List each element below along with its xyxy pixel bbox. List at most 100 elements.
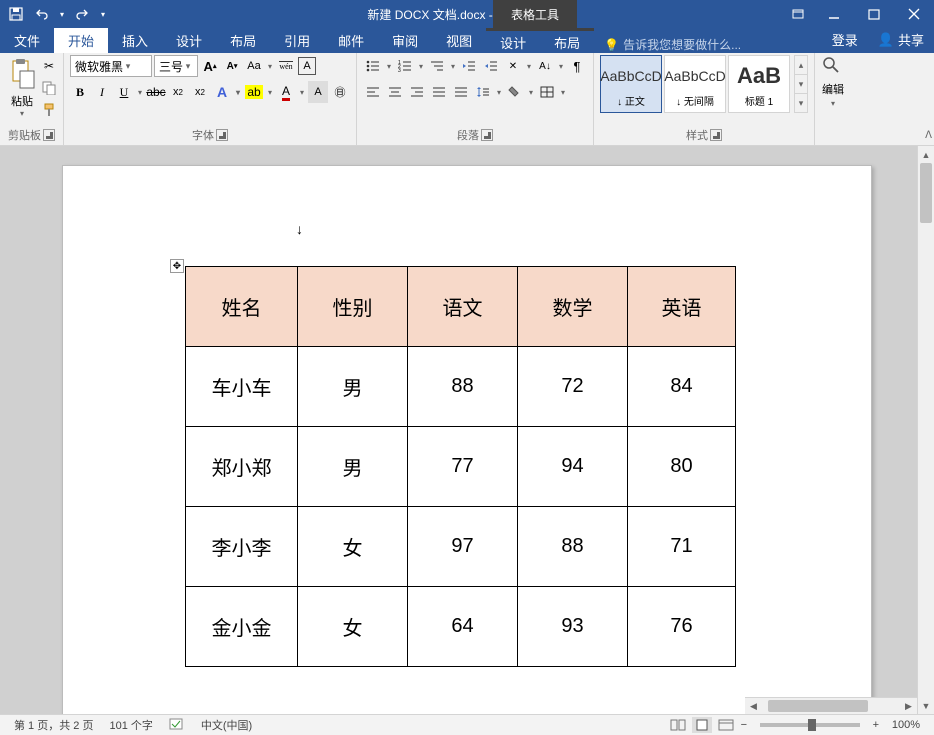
table-header-row[interactable]: 姓名 性别 语文 数学 英语 [186,267,736,347]
copy-button[interactable] [40,79,58,97]
editing-label[interactable]: 编辑 [822,81,844,97]
table-cell[interactable]: 71 [628,507,736,587]
superscript-button[interactable]: x2 [190,81,210,103]
tab-view[interactable]: 视图 [432,28,486,53]
shading-button[interactable] [505,81,535,103]
align-right-button[interactable] [407,81,427,103]
strikethrough-button[interactable]: abc [146,81,166,103]
table-header-cell[interactable]: 性别 [298,267,408,347]
language-status[interactable]: 中文(中国) [193,717,260,733]
font-size-combo[interactable]: 三号▾ [154,55,198,77]
vertical-scrollbar[interactable]: ▲ ▼ [917,146,934,714]
tell-me-box[interactable]: 💡 告诉我您想要做什么... [594,36,822,53]
scroll-thumb[interactable] [920,163,932,223]
page[interactable]: ↓ ✥ 姓名 性别 语文 数学 英语 车小车 男 88 72 84 郑小郑 男 … [62,165,872,714]
find-button[interactable] [821,55,845,79]
scroll-down-button[interactable]: ▼ [918,697,934,714]
tab-references[interactable]: 引用 [270,28,324,53]
subscript-button[interactable]: x2 [168,81,188,103]
print-layout-button[interactable] [692,717,712,733]
tab-table-design[interactable]: 设计 [486,28,540,53]
table-cell[interactable]: 车小车 [186,347,298,427]
document-area[interactable]: ↓ ✥ 姓名 性别 语文 数学 英语 车小车 男 88 72 84 郑小郑 男 … [0,146,934,714]
signin-button[interactable]: 登录 [822,26,868,53]
table-cell[interactable]: 94 [518,427,628,507]
bold-button[interactable]: B [70,81,90,103]
table-cell[interactable]: 64 [408,587,518,667]
horizontal-scrollbar[interactable]: ◀ ▶ [745,697,917,714]
phonetic-guide-button[interactable]: wén [276,55,296,77]
table-header-cell[interactable]: 英语 [628,267,736,347]
align-center-button[interactable] [385,81,405,103]
table-cell[interactable]: 88 [408,347,518,427]
undo-button[interactable] [30,2,54,26]
table-move-handle[interactable]: ✥ [170,259,184,273]
table-cell[interactable]: 84 [628,347,736,427]
table-cell[interactable]: 女 [298,587,408,667]
italic-button[interactable]: I [92,81,112,103]
clipboard-dialog-launcher[interactable] [43,129,55,141]
align-left-button[interactable] [363,81,383,103]
grow-font-button[interactable]: A▴ [200,55,220,77]
paste-dropdown[interactable]: ▾ [20,109,24,118]
font-color-button[interactable]: A [276,81,306,103]
maximize-button[interactable] [854,0,894,28]
table-row[interactable]: 车小车 男 88 72 84 [186,347,736,427]
decrease-indent-button[interactable] [459,55,479,77]
minimize-button[interactable] [814,0,854,28]
tab-layout[interactable]: 布局 [216,28,270,53]
numbering-button[interactable]: 123 [395,55,425,77]
zoom-in-button[interactable]: + [868,719,884,731]
scroll-left-button[interactable]: ◀ [745,698,762,714]
style-nospacing[interactable]: AaBbCcD ↓ 无间隔 [664,55,726,113]
table-cell[interactable]: 郑小郑 [186,427,298,507]
sort-button[interactable]: A↓ [535,55,565,77]
increase-indent-button[interactable] [481,55,501,77]
paste-label[interactable]: 粘贴 [11,93,33,109]
table-cell[interactable]: 76 [628,587,736,667]
document-table[interactable]: 姓名 性别 语文 数学 英语 车小车 男 88 72 84 郑小郑 男 77 9… [185,266,736,667]
share-button[interactable]: 👤 共享 [868,26,934,53]
enclose-char-button[interactable]: ㊐ [330,81,350,103]
scroll-right-button[interactable]: ▶ [900,698,917,714]
style-heading1[interactable]: AaB 标题 1 [728,55,790,113]
tab-mail[interactable]: 邮件 [324,28,378,53]
table-cell[interactable]: 97 [408,507,518,587]
char-shading-button[interactable]: A [308,81,328,103]
collapse-ribbon-button[interactable]: ᐱ [925,130,932,141]
table-cell[interactable]: 93 [518,587,628,667]
char-border-button[interactable]: A [298,57,316,75]
gallery-up-button[interactable]: ▴ [795,56,807,75]
text-effects-button[interactable]: A [212,81,242,103]
table-cell[interactable]: 女 [298,507,408,587]
table-row[interactable]: 金小金 女 64 93 76 [186,587,736,667]
redo-button[interactable] [70,2,94,26]
tab-review[interactable]: 审阅 [378,28,432,53]
quick-access-customize[interactable]: ▾ [96,2,110,26]
zoom-slider[interactable] [760,723,860,727]
line-spacing-button[interactable] [473,81,503,103]
table-cell[interactable]: 男 [298,347,408,427]
font-name-combo[interactable]: 微软雅黑▾ [70,55,152,77]
spellcheck-status[interactable] [161,718,193,732]
hscroll-thumb[interactable] [768,700,868,712]
borders-button[interactable] [537,81,567,103]
table-row[interactable]: 李小李 女 97 88 71 [186,507,736,587]
editing-dropdown[interactable]: ▾ [831,99,835,108]
highlight-button[interactable]: ab [244,81,274,103]
save-button[interactable] [4,2,28,26]
cut-button[interactable]: ✂ [40,57,58,75]
format-painter-button[interactable] [40,101,58,119]
page-number-status[interactable]: 第 1 页，共 2 页 [6,717,101,733]
paragraph-dialog-launcher[interactable] [481,129,493,141]
distributed-button[interactable] [451,81,471,103]
zoom-slider-thumb[interactable] [808,719,816,731]
table-cell[interactable]: 李小李 [186,507,298,587]
shrink-font-button[interactable]: A▾ [222,55,242,77]
table-row[interactable]: 郑小郑 男 77 94 80 [186,427,736,507]
ribbon-options-button[interactable] [782,0,814,28]
show-marks-button[interactable]: ¶ [567,55,587,77]
zoom-level[interactable]: 100% [884,719,928,731]
styles-dialog-launcher[interactable] [710,129,722,141]
read-mode-button[interactable] [668,717,688,733]
